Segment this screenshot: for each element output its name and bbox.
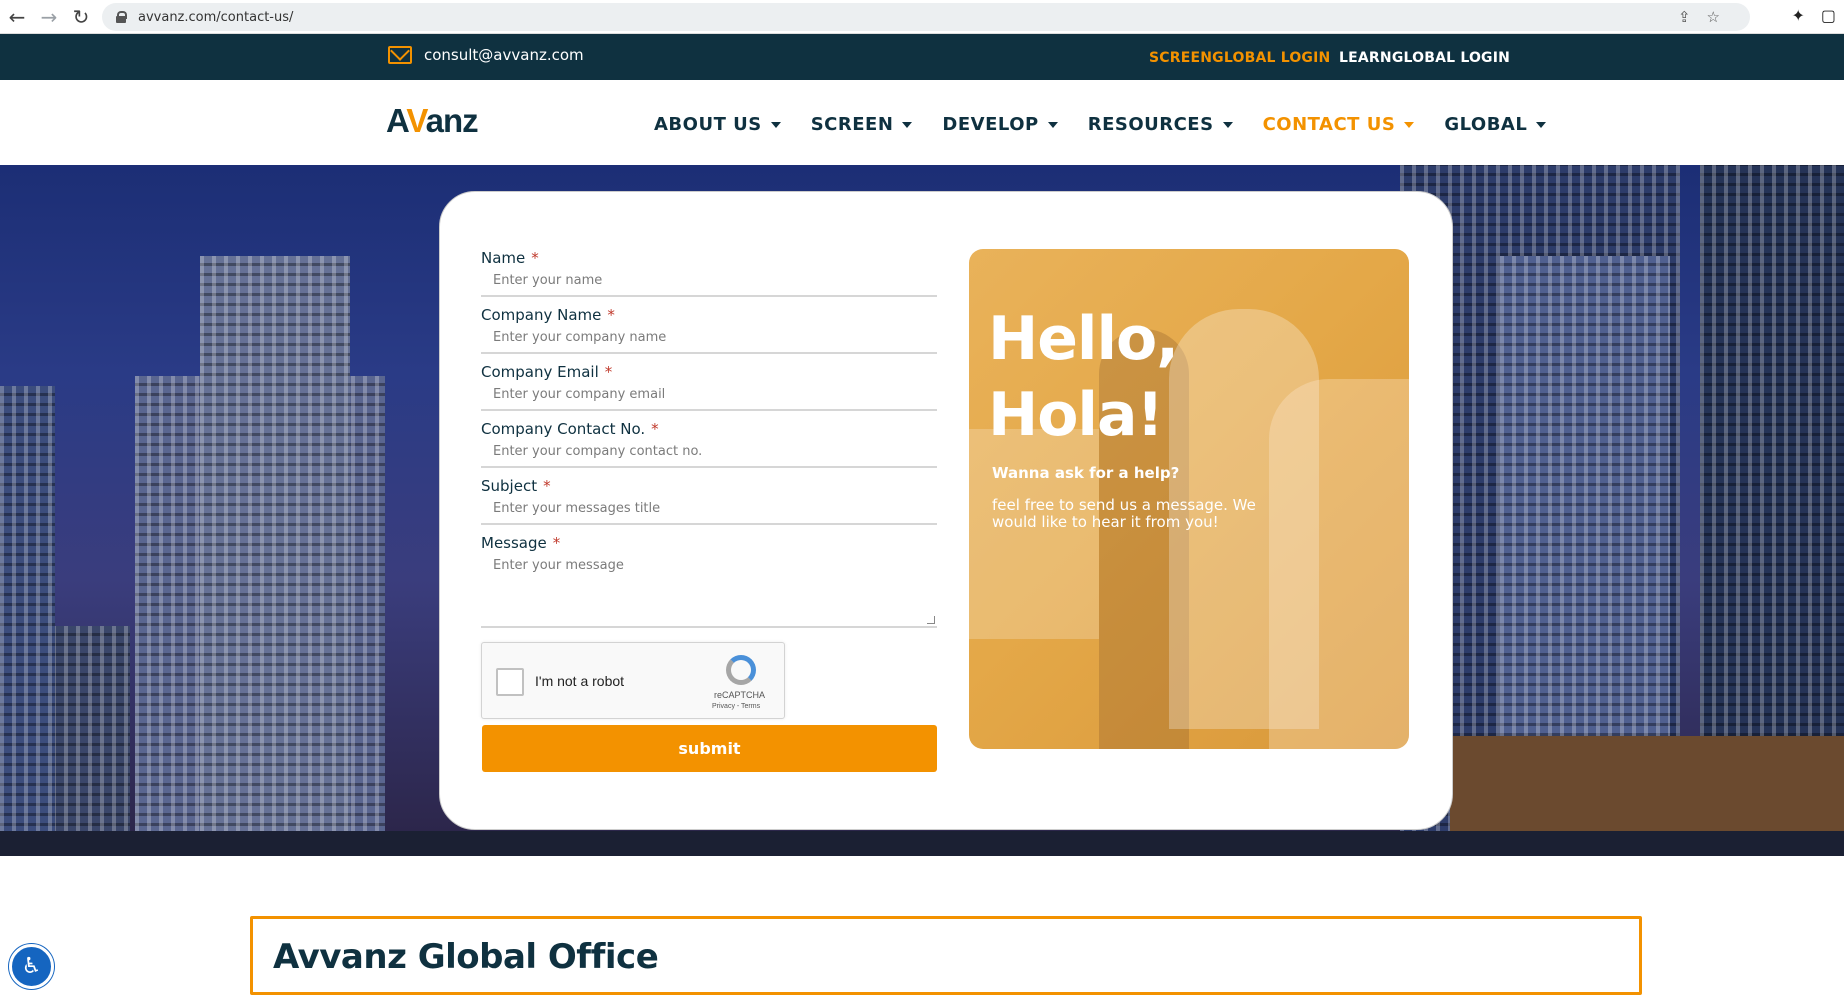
chevron-down-icon <box>902 121 913 128</box>
promo-message: feel free to send us a message. We would… <box>992 496 1256 531</box>
company-contact-field: Company Contact No. * Enter your company … <box>481 420 937 468</box>
company-name-label: Company Name * <box>481 306 615 324</box>
avvanz-logo[interactable]: AVanz <box>386 102 479 140</box>
submit-button[interactable]: submit <box>482 725 937 772</box>
monitor-shape <box>969 429 1099 639</box>
person-silhouette <box>1269 379 1409 749</box>
chevron-down-icon <box>1222 121 1233 128</box>
extensions-icon[interactable]: ✦ <box>1791 6 1804 25</box>
hello-promo-image: Hello, Hola! Wanna ask for a help? feel f… <box>969 249 1409 749</box>
name-field: Name * Enter your name <box>481 249 937 297</box>
nav-resources[interactable]: RESOURCES <box>1088 114 1233 135</box>
message-textarea[interactable]: Enter your message <box>481 558 937 628</box>
url-text: avvanz.com/contact-us/ <box>138 9 294 25</box>
email-link[interactable]: consult@avvanz.com <box>388 46 584 64</box>
subject-label: Subject * <box>481 477 551 495</box>
name-label: Name * <box>481 249 539 267</box>
back-icon[interactable]: ← <box>2 2 32 32</box>
company-email-field: Company Email * Enter your company email <box>481 363 937 411</box>
recaptcha-widget: I'm not a robot reCAPTCHA Privacy - Term… <box>481 642 785 719</box>
recaptcha-label: I'm not a robot <box>535 673 625 689</box>
chevron-down-icon <box>1404 121 1415 128</box>
share-icon[interactable]: ⇪ <box>1678 8 1691 26</box>
chevron-down-icon <box>1047 121 1058 128</box>
recaptcha-logo-icon <box>726 655 756 685</box>
subject-field: Subject * Enter your messages title <box>481 477 937 525</box>
learnglobal-login-link[interactable]: LEARNGLOBAL LOGIN <box>1339 50 1510 66</box>
forward-icon[interactable]: → <box>34 2 64 32</box>
company-email-input[interactable]: Enter your company email <box>481 387 937 411</box>
company-contact-label: Company Contact No. * <box>481 420 659 438</box>
site-header: AVanz ABOUT US SCREEN DEVELOP RESOURCES … <box>0 80 1844 165</box>
recaptcha-checkbox[interactable] <box>496 668 524 696</box>
main-nav: ABOUT US SCREEN DEVELOP RESOURCES CONTAC… <box>654 114 1547 135</box>
screenglobal-login-link[interactable]: SCREENGLOBAL LOGIN <box>1149 50 1330 66</box>
company-name-input[interactable]: Enter your company name <box>481 330 937 354</box>
reload-icon[interactable]: ↻ <box>66 2 96 32</box>
lock-icon <box>116 11 127 23</box>
name-input[interactable]: Enter your name <box>481 273 937 297</box>
nav-develop[interactable]: DEVELOP <box>942 114 1058 135</box>
sidepanel-icon[interactable]: ▢ <box>1821 6 1836 25</box>
message-label: Message * <box>481 534 561 552</box>
office-title: Avvanz Global Office <box>273 937 659 977</box>
company-contact-input[interactable]: Enter your company contact no. <box>481 444 937 468</box>
hello-heading: Hello, Hola! <box>988 304 1179 450</box>
nav-contact-us[interactable]: CONTACT US <box>1263 114 1415 135</box>
subject-input[interactable]: Enter your messages title <box>481 501 937 525</box>
nav-global[interactable]: GLOBAL <box>1444 114 1547 135</box>
recaptcha-terms-link[interactable]: Privacy - Terms <box>712 703 760 710</box>
accessibility-icon[interactable]: ♿ <box>9 944 54 989</box>
global-office-section: Avvanz Global Office <box>250 916 1642 995</box>
nav-about-us[interactable]: ABOUT US <box>654 114 781 135</box>
building-image <box>200 256 350 856</box>
nav-screen[interactable]: SCREEN <box>811 114 913 135</box>
bookmark-star-icon[interactable]: ☆ <box>1707 8 1720 26</box>
chevron-down-icon <box>1536 121 1547 128</box>
ground <box>0 831 1844 856</box>
recaptcha-brand: reCAPTCHA <box>714 690 766 700</box>
chevron-down-icon <box>770 121 781 128</box>
mail-icon <box>388 46 412 64</box>
message-field: Message * Enter your message <box>481 534 937 628</box>
email-text: consult@avvanz.com <box>424 46 584 64</box>
company-name-field: Company Name * Enter your company name <box>481 306 937 354</box>
browser-toolbar: ← → ↻ avvanz.com/contact-us/ ⇪ ☆ ✦ ▢ <box>0 0 1844 34</box>
building-image <box>0 386 55 856</box>
top-contact-bar: consult@avvanz.com SCREENGLOBAL LOGIN LE… <box>0 34 1844 80</box>
address-bar[interactable]: avvanz.com/contact-us/ ⇪ ☆ <box>102 3 1750 31</box>
company-email-label: Company Email * <box>481 363 613 381</box>
promo-subheading: Wanna ask for a help? <box>992 464 1180 482</box>
